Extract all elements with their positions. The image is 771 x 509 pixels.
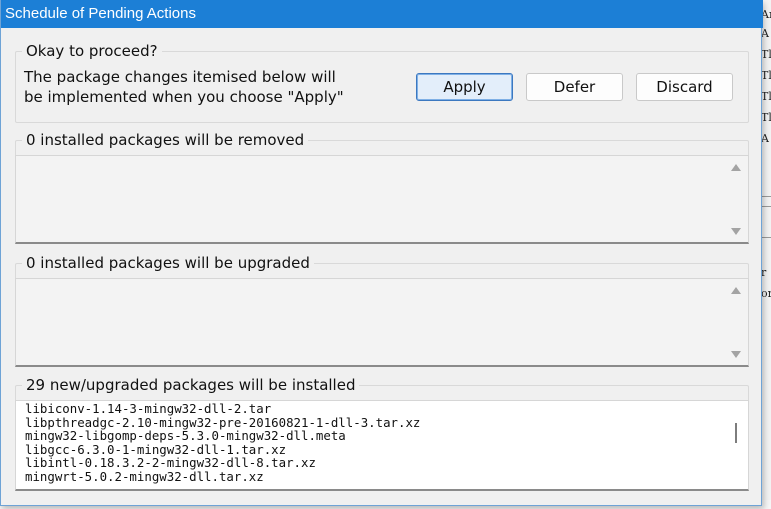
scrollbar-thumb[interactable] bbox=[735, 423, 737, 443]
removed-packages-list[interactable] bbox=[15, 155, 749, 244]
background-text: Tl bbox=[761, 69, 771, 82]
installed-packages-list[interactable]: libiconv-1.14-3-mingw32-dll-2.tar libpth… bbox=[15, 400, 749, 491]
list-item[interactable]: libpthreadgc-2.10-mingw32-pre-20160821-1… bbox=[25, 415, 420, 430]
upgraded-packages-title: 0 installed packages will be upgraded bbox=[22, 253, 314, 273]
list-item[interactable]: mingw32-libgomp-deps-5.3.0-mingw32-dll.m… bbox=[25, 429, 420, 443]
background-text: A bbox=[761, 132, 769, 145]
list-item[interactable]: libiconv-1.14-3-mingw32-dll-2.tar bbox=[25, 402, 420, 416]
installed-packages-title: 29 new/upgraded packages will be install… bbox=[22, 375, 360, 395]
apply-button[interactable]: Apply bbox=[416, 73, 513, 101]
background-text: or bbox=[761, 287, 771, 300]
list-item[interactable]: mingwrt-5.0.2-mingw32-dll.tar.xz bbox=[25, 470, 420, 484]
scroll-up-arrow-icon[interactable] bbox=[731, 164, 741, 171]
proceed-description-line-2: be implemented when you choose "Apply" bbox=[24, 88, 344, 106]
removed-packages-title: 0 installed packages will be removed bbox=[22, 130, 309, 150]
defer-button[interactable]: Defer bbox=[526, 73, 623, 101]
pending-actions-dialog: Schedule of Pending Actions Okay to proc… bbox=[0, 0, 763, 506]
upgraded-packages-list[interactable] bbox=[15, 278, 749, 367]
list-item[interactable]: libgcc-6.3.0-1-mingw32-dll-1.tar.xz bbox=[25, 443, 420, 457]
scroll-up-arrow-icon[interactable] bbox=[731, 287, 741, 294]
scroll-down-arrow-icon[interactable] bbox=[731, 351, 741, 358]
dialog-title-bar[interactable]: Schedule of Pending Actions bbox=[1, 0, 763, 28]
list-item[interactable]: libintl-0.18.3.2-2-mingw32-dll-8.tar.xz bbox=[25, 456, 420, 470]
proceed-group-title: Okay to proceed? bbox=[22, 41, 162, 61]
dialog-title: Schedule of Pending Actions bbox=[5, 5, 196, 22]
background-text: Tl bbox=[761, 90, 771, 103]
installed-packages-items: libiconv-1.14-3-mingw32-dll-2.tar libpth… bbox=[25, 402, 420, 484]
proceed-description-line-1: The package changes itemised below will bbox=[24, 68, 336, 86]
scroll-down-arrow-icon[interactable] bbox=[731, 228, 741, 235]
discard-button[interactable]: Discard bbox=[636, 73, 733, 101]
background-text: Tl bbox=[761, 111, 771, 124]
background-text: Tl bbox=[761, 48, 771, 61]
